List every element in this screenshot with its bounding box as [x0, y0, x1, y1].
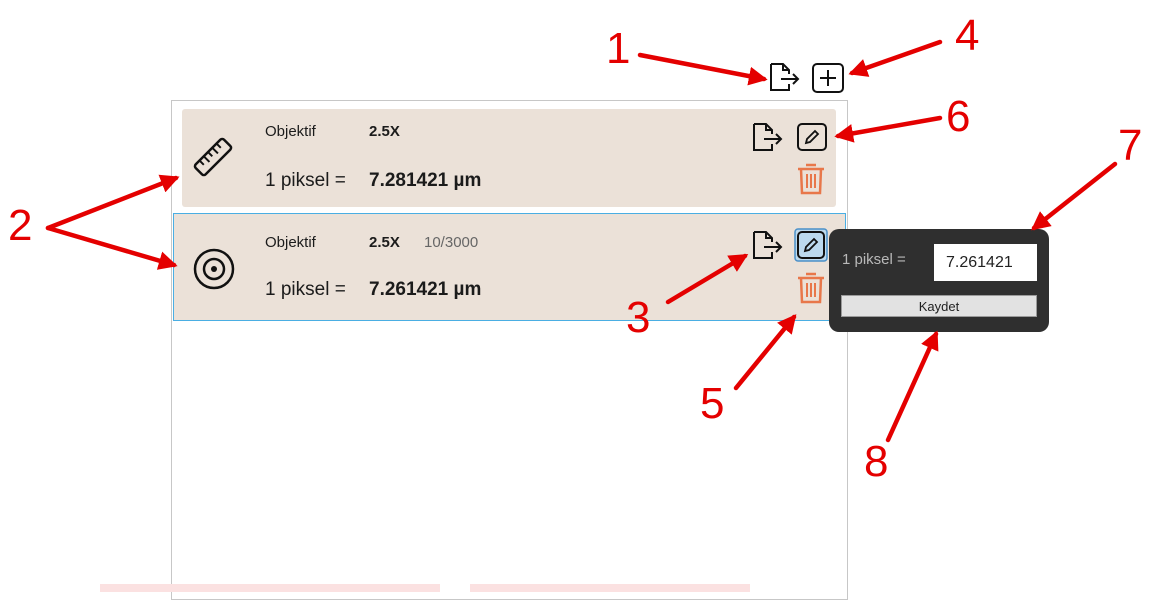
annotation-number: 1: [606, 24, 631, 73]
annotation-number: 5: [700, 379, 725, 428]
annotation-number: 3: [626, 293, 651, 342]
annotation-number: 7: [1118, 121, 1143, 170]
annotation-number: 6: [946, 92, 971, 141]
annotation-number: 8: [864, 437, 889, 486]
annotation-arrows: [45, 39, 1118, 443]
annotation-number: 2: [8, 201, 33, 250]
annotation-number: 4: [955, 11, 980, 60]
